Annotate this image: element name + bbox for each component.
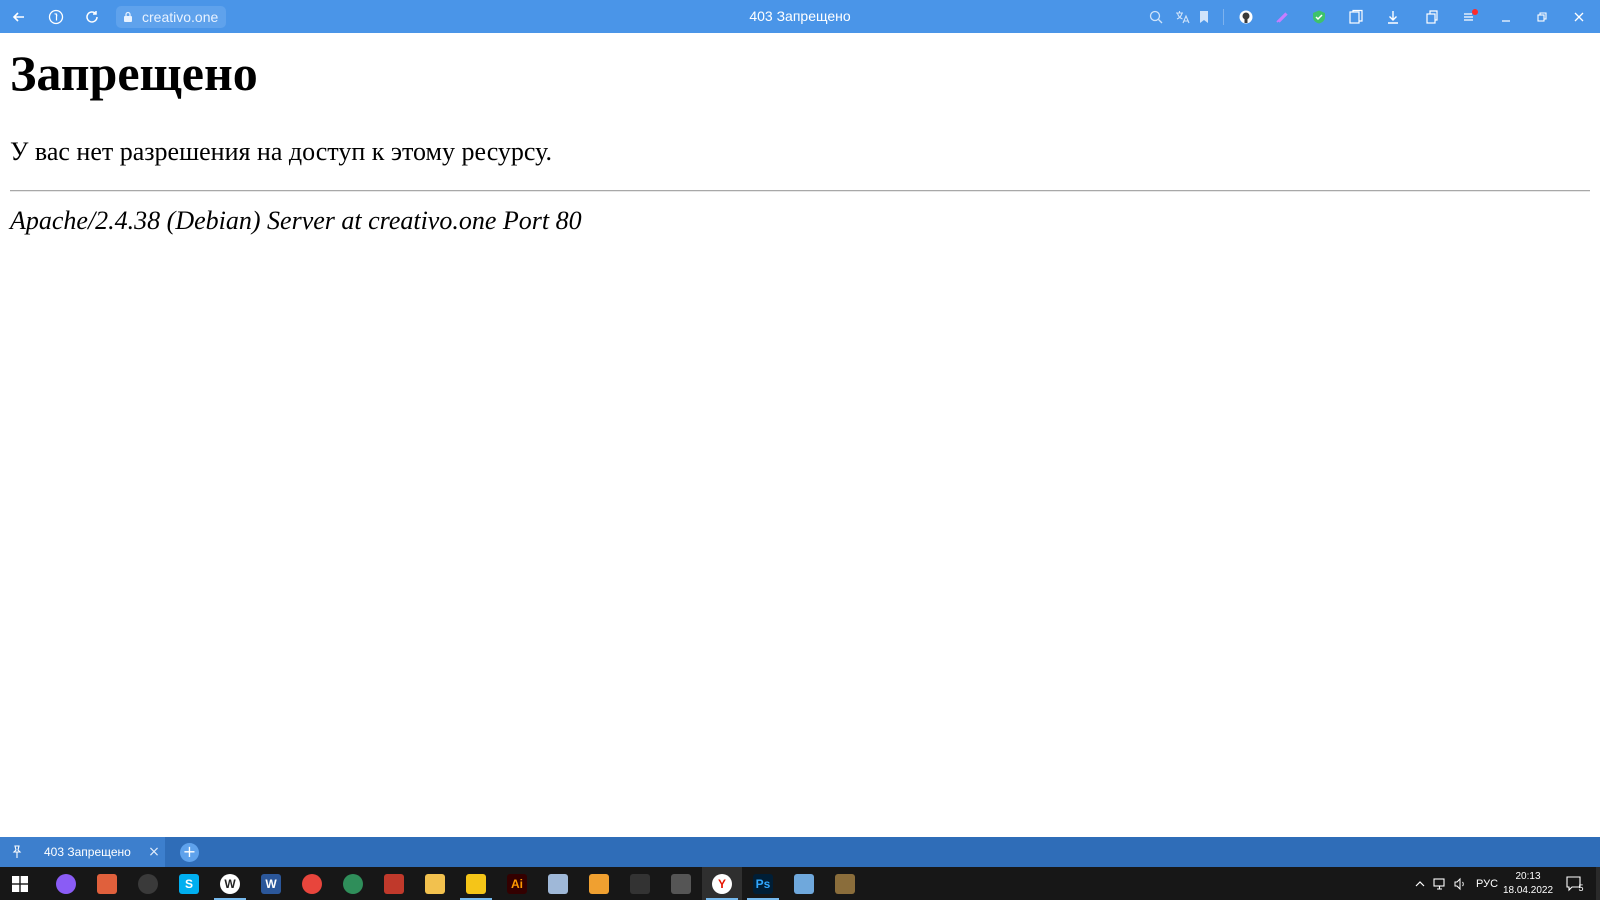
clock-date: 18.04.2022 xyxy=(1502,885,1554,896)
clock-time: 20:13 xyxy=(1515,871,1541,882)
skype-icon: S xyxy=(179,873,199,894)
divider xyxy=(10,190,1590,193)
page-content: Запрещено У вас нет разрешения на доступ… xyxy=(10,33,1590,236)
taskbar-app-media-player[interactable] xyxy=(579,867,619,900)
new-tab-button[interactable]: + xyxy=(180,843,199,862)
taskbar-app-obs[interactable] xyxy=(128,867,168,900)
network-icon[interactable] xyxy=(1430,867,1450,900)
taskbar-app-camera-app[interactable] xyxy=(661,867,701,900)
taskbar-app-illustrator[interactable]: Ai xyxy=(497,867,537,900)
taskbar-app-file-explorer[interactable] xyxy=(415,867,455,900)
tab-close-icon[interactable]: × xyxy=(146,844,162,860)
illustrator-icon: Ai xyxy=(507,873,527,894)
download-icon[interactable] xyxy=(1381,5,1405,29)
taskbar-app-webstorm[interactable]: W xyxy=(210,867,250,900)
word-icon: W xyxy=(261,873,281,894)
close-icon[interactable] xyxy=(1567,5,1591,29)
taskbar-app-paint[interactable] xyxy=(87,867,127,900)
pin-icon[interactable] xyxy=(10,845,24,859)
back-icon[interactable] xyxy=(7,5,31,29)
bookmark-icon[interactable] xyxy=(1192,5,1216,29)
url-text[interactable]: creativo.one xyxy=(142,9,218,25)
taskbar-app-skype[interactable]: S xyxy=(169,867,209,900)
taskbar-app-notepad[interactable] xyxy=(538,867,578,900)
browser-titlebar: creativo.one 403 Запрещено xyxy=(0,0,1600,33)
yandex-browser-icon: Y xyxy=(712,873,732,894)
toolbar-divider xyxy=(1223,9,1224,25)
notepad-icon xyxy=(548,873,568,894)
clock[interactable]: 20:13 18.04.2022 xyxy=(1500,870,1556,898)
image-viewer-icon xyxy=(794,873,814,894)
notifications-icon[interactable]: 5 xyxy=(1560,867,1590,900)
taskbar-app-gamepad[interactable] xyxy=(620,867,660,900)
taskbar-app-sticky-app[interactable] xyxy=(456,867,496,900)
taskbar-app-vpn-globe[interactable] xyxy=(333,867,373,900)
language-indicator[interactable]: РУС xyxy=(1473,867,1501,900)
paint-icon xyxy=(97,873,117,894)
notification-count: 5 xyxy=(1578,882,1584,893)
collections-icon[interactable] xyxy=(1344,5,1368,29)
file-explorer-icon xyxy=(425,873,445,894)
media-player-icon xyxy=(589,873,609,894)
tabs-icon[interactable] xyxy=(1420,5,1444,29)
zoom-icon[interactable] xyxy=(1144,5,1168,29)
camera-app-icon xyxy=(671,873,691,894)
minimize-icon[interactable] xyxy=(1494,5,1518,29)
tab-strip: 403 Запрещено × + xyxy=(0,837,1600,867)
error-heading: Запрещено xyxy=(10,45,258,101)
alice-icon xyxy=(56,873,76,894)
chrome-icon xyxy=(302,873,322,894)
webstorm-icon: W xyxy=(220,873,240,894)
volume-icon[interactable] xyxy=(1450,867,1470,900)
menu-icon[interactable] xyxy=(1458,5,1482,29)
error-message: У вас нет разрешения на доступ к этому р… xyxy=(10,137,552,166)
windows-logo-icon xyxy=(12,875,28,892)
obs-icon xyxy=(138,873,158,894)
windows-taskbar: S W W Ai Y Ps РУС 20:13 18.04.2022 5 xyxy=(0,867,1600,900)
tab-active[interactable]: 403 Запрещено × xyxy=(0,837,165,867)
start-button[interactable] xyxy=(0,867,40,900)
address-bar[interactable]: creativo.one xyxy=(116,6,227,28)
sticky-app-icon xyxy=(466,873,486,894)
yandex-logo-icon[interactable] xyxy=(44,5,68,29)
server-signature: Apache/2.4.38 (Debian) Server at creativ… xyxy=(10,206,582,236)
gamepad-icon xyxy=(630,873,650,894)
lock-icon xyxy=(124,11,132,22)
extension-pen-icon[interactable] xyxy=(1270,5,1294,29)
taskbar-app-archiver[interactable] xyxy=(374,867,414,900)
taskbar-app-image-viewer[interactable] xyxy=(784,867,824,900)
taskbar-app-photoshop[interactable]: Ps xyxy=(743,867,783,900)
taskbar-app-alice[interactable] xyxy=(46,867,86,900)
tray-chevron-icon[interactable] xyxy=(1410,867,1430,900)
reload-icon[interactable] xyxy=(80,5,104,29)
taskbar-app-word[interactable]: W xyxy=(251,867,291,900)
game-icon xyxy=(835,873,855,894)
restore-icon[interactable] xyxy=(1530,5,1554,29)
tab-label: 403 Запрещено xyxy=(44,845,131,859)
extension-shield-icon[interactable] xyxy=(1307,5,1331,29)
vpn-globe-icon xyxy=(343,873,363,894)
extension-owl-icon[interactable] xyxy=(1234,5,1258,29)
taskbar-app-chrome[interactable] xyxy=(292,867,332,900)
archiver-icon xyxy=(384,873,404,894)
taskbar-app-yandex-browser[interactable]: Y xyxy=(702,867,742,900)
translate-icon[interactable] xyxy=(1170,5,1194,29)
taskbar-app-game[interactable] xyxy=(825,867,865,900)
show-desktop-button[interactable] xyxy=(1596,867,1600,900)
photoshop-icon: Ps xyxy=(753,873,773,894)
